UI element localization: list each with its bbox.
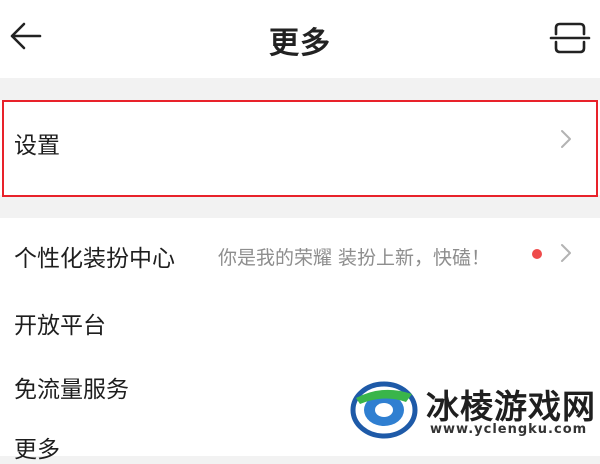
settings-label: 设置 bbox=[14, 133, 60, 159]
page-title: 更多 bbox=[269, 26, 331, 61]
personalization-label: 个性化装扮中心 bbox=[14, 246, 175, 272]
personalization-subtitle: 你是我的荣耀 装扮上新，快磕！ bbox=[218, 247, 491, 269]
scan-button[interactable] bbox=[548, 18, 592, 58]
top-bar: 更多 bbox=[0, 0, 600, 78]
watermark-url: www.yclengku.com bbox=[430, 422, 588, 437]
notification-dot bbox=[532, 249, 542, 259]
watermark-logo-icon bbox=[350, 381, 418, 439]
highlight-box bbox=[2, 100, 598, 197]
chevron-right-icon bbox=[561, 130, 571, 148]
free-data-service-label: 免流量服务 bbox=[14, 377, 129, 403]
watermark-title: 冰棱游戏网 bbox=[426, 387, 596, 426]
open-platform-row[interactable]: 开放平台 bbox=[0, 288, 600, 352]
chevron-right-icon bbox=[561, 244, 571, 262]
open-platform-label: 开放平台 bbox=[14, 313, 106, 339]
more-label: 更多 bbox=[14, 437, 60, 463]
watermark: 冰棱游戏网 www.yclengku.com bbox=[346, 376, 600, 443]
scan-icon bbox=[549, 22, 591, 54]
settings-row[interactable]: 设置 bbox=[0, 100, 600, 197]
